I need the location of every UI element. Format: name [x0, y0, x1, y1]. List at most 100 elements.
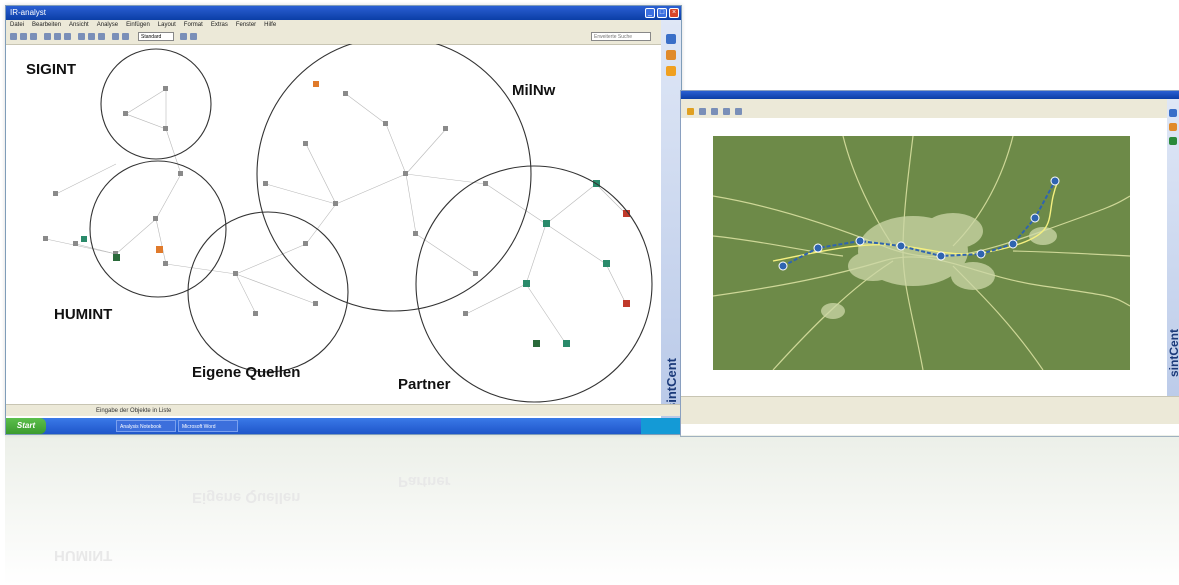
menu-item-bearbeiten[interactable]: Bearbeiten: [32, 20, 61, 30]
graph-node[interactable]: [123, 111, 128, 116]
graph-node[interactable]: [563, 340, 570, 347]
open-icon[interactable]: [20, 33, 27, 40]
link-chart-canvas[interactable]: SIGINT HUMINT MilNw Eigene Quellen Partn…: [6, 36, 661, 404]
graph-node[interactable]: [263, 181, 268, 186]
graph-node[interactable]: [463, 311, 468, 316]
map-tool-icon[interactable]: [687, 108, 694, 115]
panel-home-icon[interactable]: [666, 34, 676, 44]
graph-node[interactable]: [383, 121, 388, 126]
menu-item-fenster[interactable]: Fenster: [236, 20, 256, 30]
zoom-in-icon[interactable]: [88, 33, 95, 40]
graph-node[interactable]: [163, 126, 168, 131]
layout-icon[interactable]: [78, 33, 85, 40]
search-input[interactable]: Erweiterte Suche: [591, 32, 651, 41]
graph-node[interactable]: [313, 81, 319, 87]
menu-item-ansicht[interactable]: Ansicht: [69, 20, 89, 30]
route-waypoint[interactable]: [855, 236, 865, 246]
route-waypoint[interactable]: [976, 249, 986, 259]
graph-node[interactable]: [623, 300, 630, 307]
route-waypoint[interactable]: [936, 251, 946, 261]
graph-node[interactable]: [303, 241, 308, 246]
graph-node[interactable]: [43, 236, 48, 241]
graph-node[interactable]: [163, 261, 168, 266]
graph-node[interactable]: [543, 220, 550, 227]
maximize-button[interactable]: □: [657, 8, 667, 18]
route-waypoint[interactable]: [813, 243, 823, 253]
minimize-button[interactable]: _: [645, 8, 655, 18]
graph-node[interactable]: [163, 86, 168, 91]
menu-item-hilfe[interactable]: Hilfe: [264, 20, 276, 30]
panel-layers-icon[interactable]: [1169, 137, 1177, 145]
panel-home-icon[interactable]: [1169, 109, 1177, 117]
graph-node[interactable]: [303, 141, 308, 146]
graph-edge: [605, 263, 627, 305]
graph-node[interactable]: [533, 340, 540, 347]
left-titlebar[interactable]: IR-analyst _ □ ×: [6, 6, 681, 20]
route-waypoint[interactable]: [1030, 213, 1040, 223]
map-view[interactable]: [712, 135, 1131, 371]
route-waypoint[interactable]: [1008, 239, 1018, 249]
graph-node[interactable]: [156, 246, 163, 253]
undo-icon[interactable]: [180, 33, 187, 40]
select-icon[interactable]: [44, 33, 51, 40]
right-titlebar[interactable]: [681, 91, 1179, 99]
graph-node[interactable]: [523, 280, 530, 287]
graph-node[interactable]: [343, 91, 348, 96]
link-icon[interactable]: [54, 33, 61, 40]
sigint-group-circle: [100, 48, 212, 160]
save-icon[interactable]: [30, 33, 37, 40]
graph-node[interactable]: [333, 201, 338, 206]
graph-node[interactable]: [81, 236, 87, 242]
humint-label: HUMINT: [54, 306, 113, 323]
graph-node[interactable]: [153, 216, 158, 221]
graph-edge: [525, 283, 567, 345]
taskbar-item[interactable]: Analysis Notebook: [116, 420, 176, 432]
new-icon[interactable]: [10, 33, 17, 40]
panel-tools-icon[interactable]: [1169, 123, 1177, 131]
graph-edge: [485, 183, 547, 225]
map-tool-icon[interactable]: [723, 108, 730, 115]
graph-node[interactable]: [603, 260, 610, 267]
map-tool-icon[interactable]: [711, 108, 718, 115]
panel-tools-icon[interactable]: [666, 50, 676, 60]
menu-item-datei[interactable]: Datei: [10, 20, 24, 30]
graph-node[interactable]: [483, 181, 488, 186]
menu-item-analyse[interactable]: Analyse: [97, 20, 118, 30]
graph-node[interactable]: [113, 254, 120, 261]
graph-node[interactable]: [53, 191, 58, 196]
chart-icon[interactable]: [122, 33, 129, 40]
route-waypoint[interactable]: [1050, 176, 1060, 186]
graph-node[interactable]: [73, 241, 78, 246]
right-bottombar: [681, 406, 1179, 414]
graph-node[interactable]: [178, 171, 183, 176]
graph-node[interactable]: [233, 271, 238, 276]
redo-icon[interactable]: [190, 33, 197, 40]
taskbar-item[interactable]: Microsoft Word: [178, 420, 238, 432]
panel-layers-icon[interactable]: [666, 66, 676, 76]
route-waypoint[interactable]: [778, 261, 788, 271]
menu-item-layout[interactable]: Layout: [158, 20, 176, 30]
entity-icon[interactable]: [64, 33, 71, 40]
city-area: [923, 213, 983, 249]
graph-node[interactable]: [403, 171, 408, 176]
menu-item-format[interactable]: Format: [184, 20, 203, 30]
graph-node[interactable]: [473, 271, 478, 276]
menu-item-einfuegen[interactable]: Einfügen: [126, 20, 150, 30]
zoom-combo[interactable]: Standard: [138, 32, 174, 41]
graph-node[interactable]: [413, 231, 418, 236]
map-tool-icon[interactable]: [699, 108, 706, 115]
menu-item-extras[interactable]: Extras: [211, 20, 228, 30]
graph-node[interactable]: [313, 301, 318, 306]
route-waypoint[interactable]: [896, 241, 906, 251]
graph-node[interactable]: [443, 126, 448, 131]
start-button[interactable]: Start: [6, 418, 46, 434]
reflection: Eigene Quellen Partner HUMINT: [0, 435, 1179, 585]
graph-edge: [305, 143, 337, 205]
close-button[interactable]: ×: [669, 8, 679, 18]
zoom-out-icon[interactable]: [98, 33, 105, 40]
graph-edge: [125, 88, 167, 115]
map-tool-icon[interactable]: [735, 108, 742, 115]
network-graph: [43, 36, 653, 403]
graph-node[interactable]: [253, 311, 258, 316]
grid-icon[interactable]: [112, 33, 119, 40]
